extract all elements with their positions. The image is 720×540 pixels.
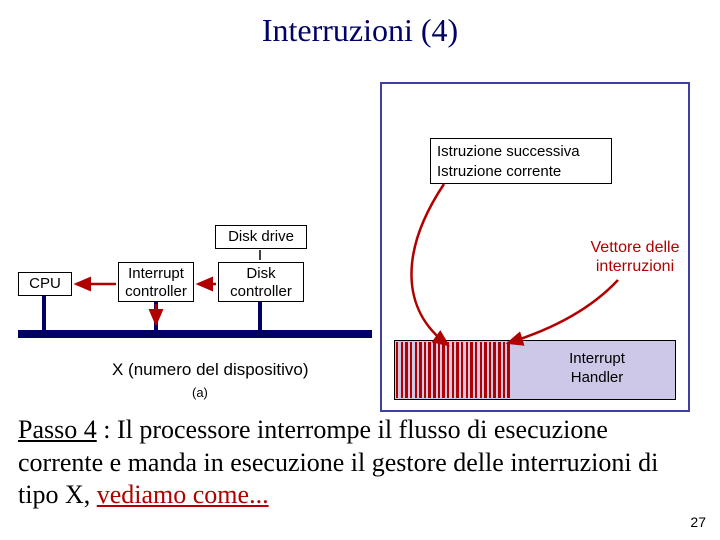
disk-drive-box: Disk drive — [215, 225, 307, 249]
body-text: Passo 4 : Il processore interrompe il fl… — [18, 414, 678, 512]
subfigure-a-label: (a) — [192, 385, 208, 400]
next-instruction-label: Istruzione successiva — [437, 142, 605, 162]
current-instruction-label: Istruzione corrente — [437, 162, 605, 182]
bus-connector-cpu — [42, 296, 46, 330]
disk-controller-box: Disk controller — [218, 262, 304, 302]
bus-connector-dc — [258, 302, 262, 330]
dc-label-1: Disk — [246, 265, 275, 282]
instruction-box: Istruzione successiva Istruzione corrent… — [430, 138, 612, 184]
device-number-label: X (numero del dispositivo) — [112, 360, 309, 380]
ic-label-2: controller — [125, 283, 187, 300]
body-highlight: vediamo come... — [97, 480, 269, 509]
slide-title: Interruzioni (4) — [0, 0, 720, 49]
handler-l2: Handler — [571, 369, 624, 386]
interrupt-vector-label: Vettore delle interruzioni — [575, 238, 695, 276]
body-lead: Passo 4 — [18, 415, 97, 444]
dc-label-2: controller — [230, 283, 292, 300]
slide-number: 27 — [690, 514, 706, 530]
vettore-l1: Vettore delle — [591, 239, 680, 256]
system-bus — [18, 330, 372, 338]
handler-hatch — [396, 342, 512, 398]
ic-label-1: Interrupt — [128, 265, 184, 282]
cpu-box: CPU — [18, 272, 72, 296]
bus-connector-ic — [154, 302, 158, 330]
handler-l1: Interrupt — [569, 350, 625, 367]
vettore-l2: interruzioni — [596, 258, 674, 275]
interrupt-handler-label: Interrupt Handler — [552, 350, 642, 388]
interrupt-controller-box: Interrupt controller — [118, 262, 194, 302]
